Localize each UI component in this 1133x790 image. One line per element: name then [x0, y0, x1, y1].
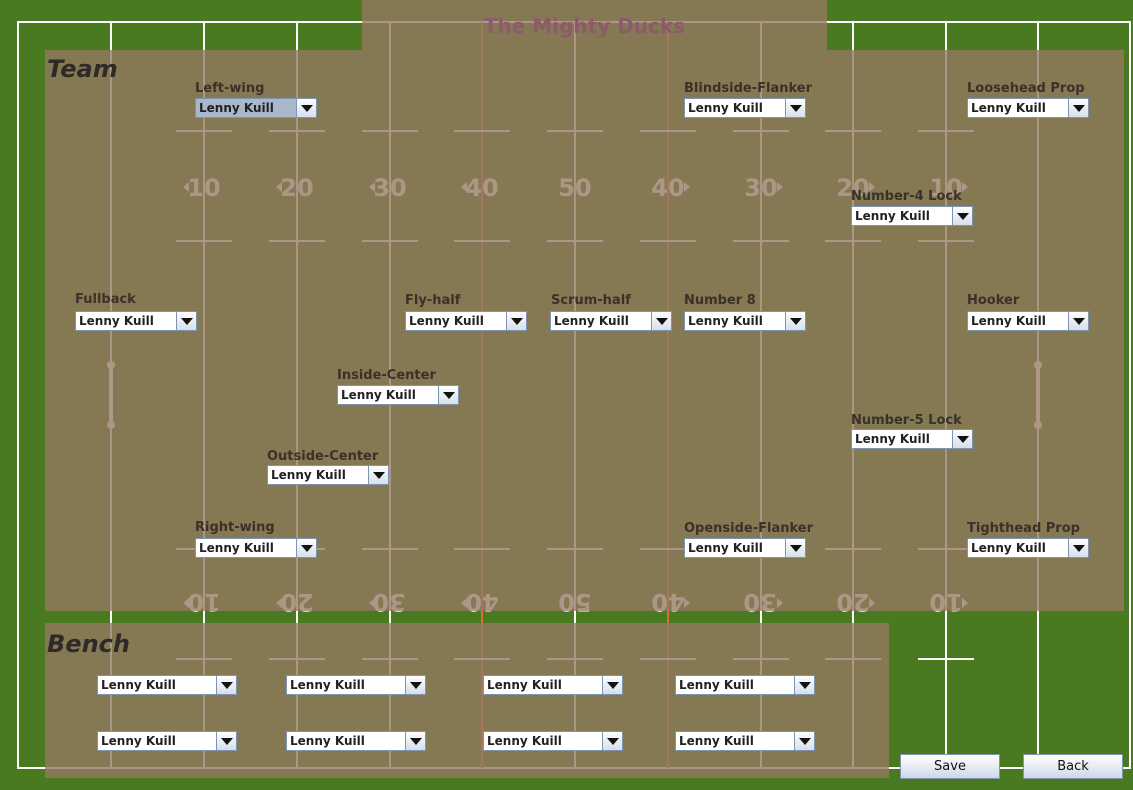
chevron-down-icon[interactable] [651, 312, 671, 330]
chevron-down-icon[interactable] [296, 539, 316, 557]
chevron-down-icon[interactable] [952, 430, 972, 448]
select-left-wing[interactable]: Lenny Kuill [195, 98, 317, 118]
chevron-down-icon[interactable] [368, 466, 388, 484]
select-number-4-lock[interactable]: Lenny Kuill [851, 206, 973, 226]
bench-select-5[interactable]: Lenny Kuill [97, 731, 237, 751]
label-tighthead-prop: Tighthead Prop [967, 521, 1080, 536]
chevron-down-icon[interactable] [216, 676, 236, 694]
select-value: Lenny Kuill [688, 101, 763, 115]
label-blindside-flanker: Blindside-Flanker [684, 81, 812, 96]
chevron-down-icon[interactable] [794, 732, 814, 750]
back-button[interactable]: Back [1023, 754, 1123, 779]
select-number-8[interactable]: Lenny Kuill [684, 311, 806, 331]
bench-select-4[interactable]: Lenny Kuill [675, 675, 815, 695]
select-value: Lenny Kuill [341, 388, 416, 402]
select-value: Lenny Kuill [554, 314, 629, 328]
select-value: Lenny Kuill [487, 734, 562, 748]
select-value: Lenny Kuill [409, 314, 484, 328]
chevron-down-icon[interactable] [506, 312, 526, 330]
chevron-down-icon[interactable] [785, 99, 805, 117]
label-right-wing: Right-wing [195, 520, 275, 535]
bench-select-7[interactable]: Lenny Kuill [483, 731, 623, 751]
select-value: Lenny Kuill [679, 734, 754, 748]
select-value: Lenny Kuill [971, 541, 1046, 555]
chevron-down-icon[interactable] [785, 312, 805, 330]
app-title: The Mighty Ducks [483, 14, 686, 38]
chevron-down-icon[interactable] [952, 207, 972, 225]
select-loosehead-prop[interactable]: Lenny Kuill [967, 98, 1089, 118]
select-inside-center[interactable]: Lenny Kuill [337, 385, 459, 405]
label-number-4-lock: Number-4 Lock [851, 189, 962, 204]
bench-select-1[interactable]: Lenny Kuill [97, 675, 237, 695]
label-number-5-lock: Number-5 Lock [851, 413, 962, 428]
select-right-wing[interactable]: Lenny Kuill [195, 538, 317, 558]
select-value: Lenny Kuill [101, 734, 176, 748]
bench-select-2[interactable]: Lenny Kuill [286, 675, 426, 695]
label-number-8: Number 8 [684, 293, 756, 308]
label-inside-center: Inside-Center [337, 368, 436, 383]
select-value: Lenny Kuill [688, 314, 763, 328]
bench-panel [45, 623, 889, 778]
select-value: Lenny Kuill [971, 314, 1046, 328]
select-value: Lenny Kuill [199, 541, 274, 555]
select-value: Lenny Kuill [679, 678, 754, 692]
chevron-down-icon[interactable] [1068, 99, 1088, 117]
select-value: Lenny Kuill [487, 678, 562, 692]
select-fly-half[interactable]: Lenny Kuill [405, 311, 527, 331]
select-value: Lenny Kuill [271, 468, 346, 482]
bench-select-8[interactable]: Lenny Kuill [675, 731, 815, 751]
select-fullback[interactable]: Lenny Kuill [75, 311, 197, 331]
bench-heading: Bench [47, 630, 130, 658]
label-scrum-half: Scrum-half [551, 293, 631, 308]
bench-select-6[interactable]: Lenny Kuill [286, 731, 426, 751]
select-outside-center[interactable]: Lenny Kuill [267, 465, 389, 485]
chevron-down-icon[interactable] [296, 99, 316, 117]
select-scrum-half[interactable]: Lenny Kuill [550, 311, 672, 331]
select-value: Lenny Kuill [290, 678, 365, 692]
label-fly-half: Fly-half [405, 293, 461, 308]
chevron-down-icon[interactable] [405, 676, 425, 694]
select-value: Lenny Kuill [79, 314, 154, 328]
chevron-down-icon[interactable] [438, 386, 458, 404]
team-heading: Team [47, 55, 118, 83]
save-button[interactable]: Save [900, 754, 1000, 779]
select-openside-flanker[interactable]: Lenny Kuill [684, 538, 806, 558]
select-value: Lenny Kuill [196, 99, 296, 117]
label-left-wing: Left-wing [195, 81, 265, 96]
chevron-down-icon[interactable] [216, 732, 236, 750]
label-openside-flanker: Openside-Flanker [684, 521, 814, 536]
label-hooker: Hooker [967, 293, 1020, 308]
chevron-down-icon[interactable] [1068, 312, 1088, 330]
label-outside-center: Outside-Center [267, 449, 379, 464]
select-value: Lenny Kuill [971, 101, 1046, 115]
select-value: Lenny Kuill [855, 209, 930, 223]
select-value: Lenny Kuill [688, 541, 763, 555]
select-hooker[interactable]: Lenny Kuill [967, 311, 1089, 331]
label-fullback: Fullback [75, 292, 136, 307]
select-value: Lenny Kuill [290, 734, 365, 748]
select-blindside-flanker[interactable]: Lenny Kuill [684, 98, 806, 118]
select-value: Lenny Kuill [101, 678, 176, 692]
select-tighthead-prop[interactable]: Lenny Kuill [967, 538, 1089, 558]
select-number-5-lock[interactable]: Lenny Kuill [851, 429, 973, 449]
select-value: Lenny Kuill [855, 432, 930, 446]
chevron-down-icon[interactable] [602, 732, 622, 750]
label-loosehead-prop: Loosehead Prop [967, 81, 1085, 96]
chevron-down-icon[interactable] [405, 732, 425, 750]
chevron-down-icon[interactable] [1068, 539, 1088, 557]
chevron-down-icon[interactable] [176, 312, 196, 330]
chevron-down-icon[interactable] [602, 676, 622, 694]
chevron-down-icon[interactable] [794, 676, 814, 694]
bench-select-3[interactable]: Lenny Kuill [483, 675, 623, 695]
chevron-down-icon[interactable] [785, 539, 805, 557]
